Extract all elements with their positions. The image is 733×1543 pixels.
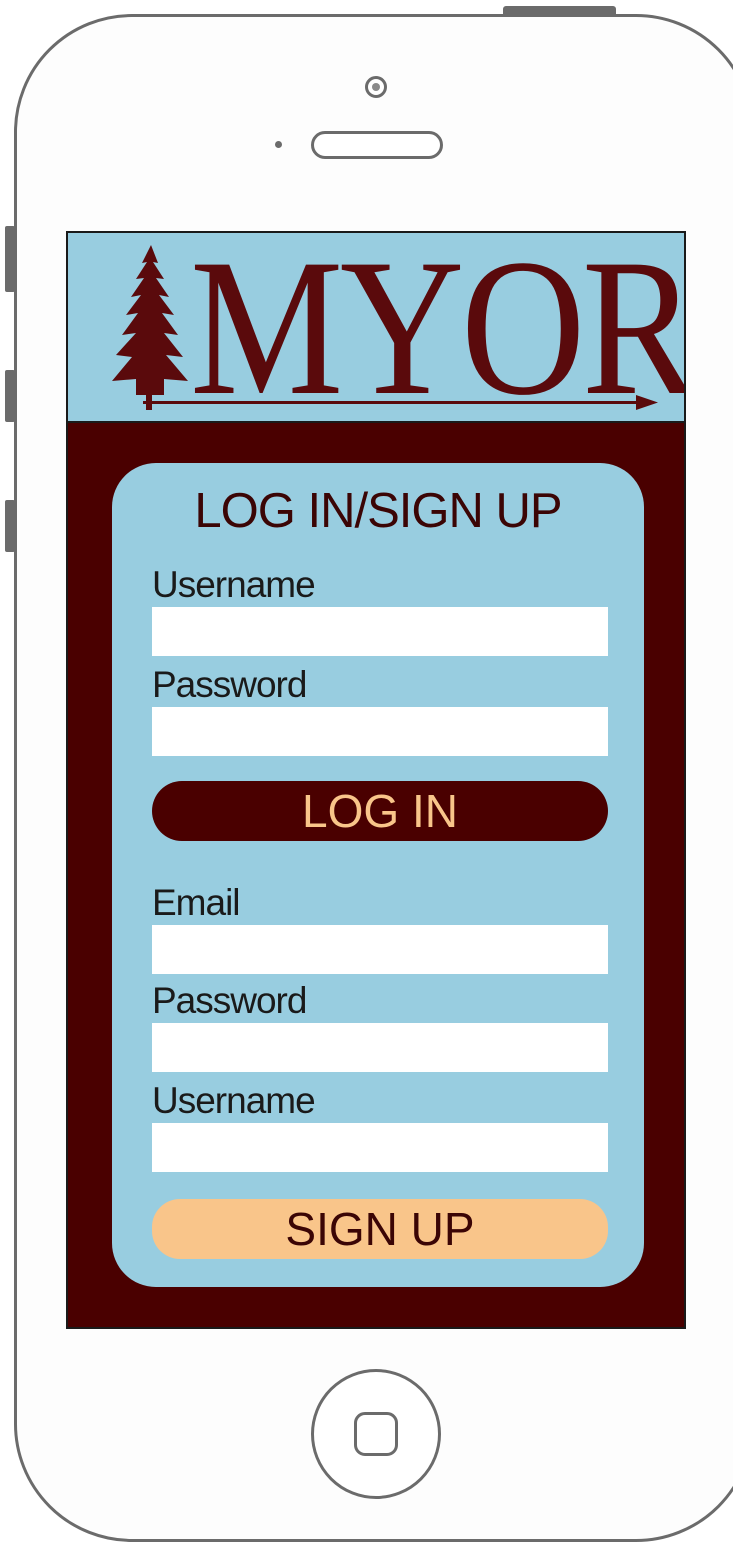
home-button-icon[interactable]: [311, 1369, 441, 1499]
signup-email-label: Email: [152, 882, 241, 923]
speaker-icon: [311, 131, 443, 159]
home-square-icon: [354, 1412, 398, 1456]
login-username-label: Username: [152, 564, 316, 605]
signup-password-input[interactable]: [152, 1023, 608, 1072]
login-password-input[interactable]: [152, 707, 608, 756]
signup-button[interactable]: SIGN UP: [152, 1199, 608, 1259]
login-password-label: Password: [152, 664, 307, 705]
tree-logo-icon: [112, 245, 188, 410]
login-username-input[interactable]: [152, 607, 608, 656]
auth-card: LOG IN/SIGN UP Username Password LOG IN …: [112, 463, 644, 1287]
signup-email-input[interactable]: [152, 925, 608, 974]
login-button[interactable]: LOG IN: [152, 781, 608, 841]
arrow-icon: [143, 395, 658, 410]
proximity-sensor: [275, 141, 282, 148]
camera-icon: [365, 76, 387, 98]
app-screen: MYOR LOG IN/SIGN UP Username Password LO…: [66, 231, 686, 1329]
signup-username-label: Username: [152, 1080, 316, 1121]
app-header: MYOR: [68, 231, 686, 436]
signup-password-label: Password: [152, 980, 307, 1021]
signup-username-input[interactable]: [152, 1123, 608, 1172]
logo-wordmark: MYOR: [190, 231, 686, 436]
card-title: LOG IN/SIGN UP: [194, 484, 562, 538]
